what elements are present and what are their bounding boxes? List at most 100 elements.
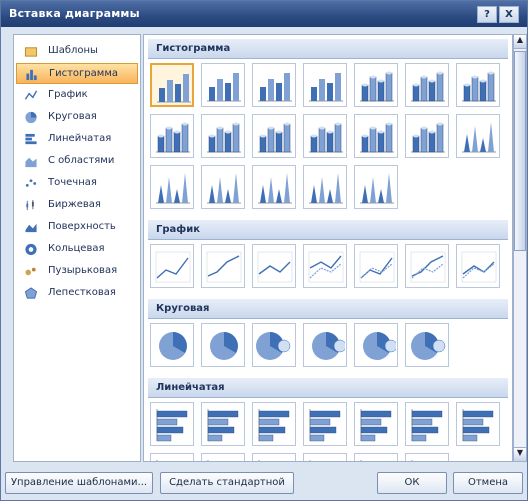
bar-chart-thumbnail[interactable] — [354, 402, 398, 446]
sidebar-item-label: Поверхность — [48, 221, 116, 232]
section-header: График — [148, 220, 508, 240]
column-chart-icon — [258, 73, 292, 102]
column-chart-thumbnail[interactable] — [150, 114, 194, 158]
line-chart-icon — [24, 90, 38, 100]
line-chart-thumbnail[interactable] — [201, 244, 245, 288]
bar-chart-thumbnail[interactable] — [201, 453, 245, 461]
dialog-title: Вставка диаграммы — [9, 7, 140, 20]
line-chart-icon — [257, 251, 293, 283]
sidebar-item-scatter-chart[interactable]: Точечная — [16, 173, 138, 194]
section-title: Линейчатая — [156, 382, 225, 393]
section-header: Линейчатая — [148, 378, 508, 398]
line-chart-thumbnail[interactable] — [405, 244, 449, 288]
column-chart-icon — [207, 73, 241, 102]
pie-chart-icon — [363, 332, 396, 360]
bar-chart-icon — [411, 409, 443, 442]
column-chart-thumbnail[interactable] — [354, 165, 398, 209]
pie-chart-thumbnail[interactable] — [252, 323, 296, 367]
sidebar-item-line-chart[interactable]: График — [16, 85, 138, 106]
sidebar-item-label: Круговая — [48, 111, 97, 122]
column-chart-thumbnail[interactable] — [354, 114, 398, 158]
line-chart-thumbnail[interactable] — [456, 244, 500, 288]
bar-chart-thumbnail[interactable] — [405, 402, 449, 446]
bar-chart-thumbnail[interactable] — [150, 402, 194, 446]
stock-chart-icon — [26, 199, 34, 211]
pie-chart-thumbnail[interactable] — [354, 323, 398, 367]
bar-chart-thumbnail[interactable] — [252, 402, 296, 446]
bar-chart-thumbnail[interactable] — [303, 402, 347, 446]
bar-chart-icon — [411, 460, 413, 461]
line-chart-thumbnail[interactable] — [252, 244, 296, 288]
column-chart-thumbnail[interactable] — [201, 165, 245, 209]
sidebar-item-stock-chart[interactable]: Биржевая — [16, 195, 138, 216]
column-chart-thumbnail[interactable] — [303, 165, 347, 209]
scatter-chart-icon — [25, 179, 37, 187]
close-button[interactable]: X — [499, 6, 519, 23]
scroll-thumb[interactable] — [514, 51, 526, 251]
column-chart-thumbnail[interactable] — [252, 63, 296, 107]
sidebar-item-folder[interactable]: Шаблоны — [16, 41, 138, 62]
column-chart-thumbnail[interactable] — [354, 63, 398, 107]
help-button[interactable]: ? — [477, 6, 497, 23]
line-chart-thumbnail[interactable] — [354, 244, 398, 288]
sidebar-item-pie-chart[interactable]: Круговая — [16, 107, 138, 128]
column-chart-thumbnail[interactable] — [201, 114, 245, 158]
column-chart-icon — [309, 173, 343, 204]
bar-chart-thumbnail[interactable] — [354, 453, 398, 461]
manage-templates-button[interactable]: Управление шаблонами... — [5, 472, 153, 494]
column-chart-icon — [309, 122, 343, 153]
doughnut-chart-icon — [25, 243, 37, 256]
bar-chart-thumbnail[interactable] — [201, 402, 245, 446]
bar-chart-thumbnail[interactable] — [150, 453, 194, 461]
sidebar-item-surface-chart[interactable]: Поверхность — [16, 217, 138, 238]
gallery-scrollbar[interactable]: ▲ ▼ — [513, 34, 527, 462]
pie-chart-thumbnail[interactable] — [303, 323, 347, 367]
column-chart-thumbnail[interactable] — [201, 63, 245, 107]
bar-chart-icon — [360, 460, 362, 461]
line-chart-thumbnail[interactable] — [150, 244, 194, 288]
column-chart-thumbnail[interactable] — [405, 114, 449, 158]
pie-chart-thumbnail[interactable] — [201, 323, 245, 367]
scroll-up-icon[interactable]: ▲ — [514, 35, 526, 49]
sidebar-item-label: Точечная — [48, 177, 97, 188]
column-chart-thumbnail[interactable] — [303, 63, 347, 107]
column-chart-icon — [462, 71, 496, 102]
line-chart-thumbnail[interactable] — [303, 244, 347, 288]
sidebar-item-area-chart[interactable]: С областями — [16, 151, 138, 172]
sidebar-item-bubble-chart[interactable]: Пузырьковая — [16, 261, 138, 282]
sidebar-item-label: Шаблоны — [48, 45, 98, 56]
column-chart-thumbnail[interactable] — [150, 63, 194, 107]
bar-chart-thumbnail[interactable] — [456, 402, 500, 446]
chart-type-list: Шаблоны Гистограмма График Круговая Линейчат… — [13, 34, 141, 462]
sidebar-item-doughnut-chart[interactable]: Кольцевая — [16, 239, 138, 260]
column-chart-thumbnail[interactable] — [252, 165, 296, 209]
sidebar-item-radar-chart[interactable]: Лепестковая — [16, 283, 138, 304]
bar-chart-thumbnail[interactable] — [252, 453, 296, 461]
column-chart-icon — [360, 173, 394, 204]
bar-chart-icon — [258, 460, 260, 461]
bar-chart-icon — [207, 409, 239, 442]
column-chart-thumbnail[interactable] — [150, 165, 194, 209]
set-default-button[interactable]: Сделать стандартной — [160, 472, 294, 494]
sidebar-item-column-chart[interactable]: Гистограмма — [16, 63, 138, 84]
column-chart-thumbnail[interactable] — [405, 63, 449, 107]
pie-chart-icon — [210, 332, 238, 360]
scroll-down-icon[interactable]: ▼ — [514, 447, 526, 461]
bar-chart-icon — [156, 409, 188, 442]
sidebar-item-bar-chart[interactable]: Линейчатая — [16, 129, 138, 150]
column-chart-icon — [411, 71, 445, 102]
ok-button[interactable]: ОК — [377, 472, 447, 494]
bubble-chart-icon — [25, 267, 36, 276]
column-chart-thumbnail[interactable] — [456, 114, 500, 158]
column-chart-thumbnail[interactable] — [303, 114, 347, 158]
cancel-button[interactable]: Отмена — [453, 472, 523, 494]
column-chart-icon — [309, 73, 343, 102]
column-chart-thumbnail[interactable] — [252, 114, 296, 158]
bar-chart-thumbnail[interactable] — [405, 453, 449, 461]
column-chart-thumbnail[interactable] — [456, 63, 500, 107]
bar-chart-thumbnail[interactable] — [303, 453, 347, 461]
pie-chart-thumbnail[interactable] — [150, 323, 194, 367]
pie-chart-thumbnail[interactable] — [405, 323, 449, 367]
column-chart-icon — [26, 69, 37, 81]
section-header: Гистограмма — [148, 39, 508, 59]
